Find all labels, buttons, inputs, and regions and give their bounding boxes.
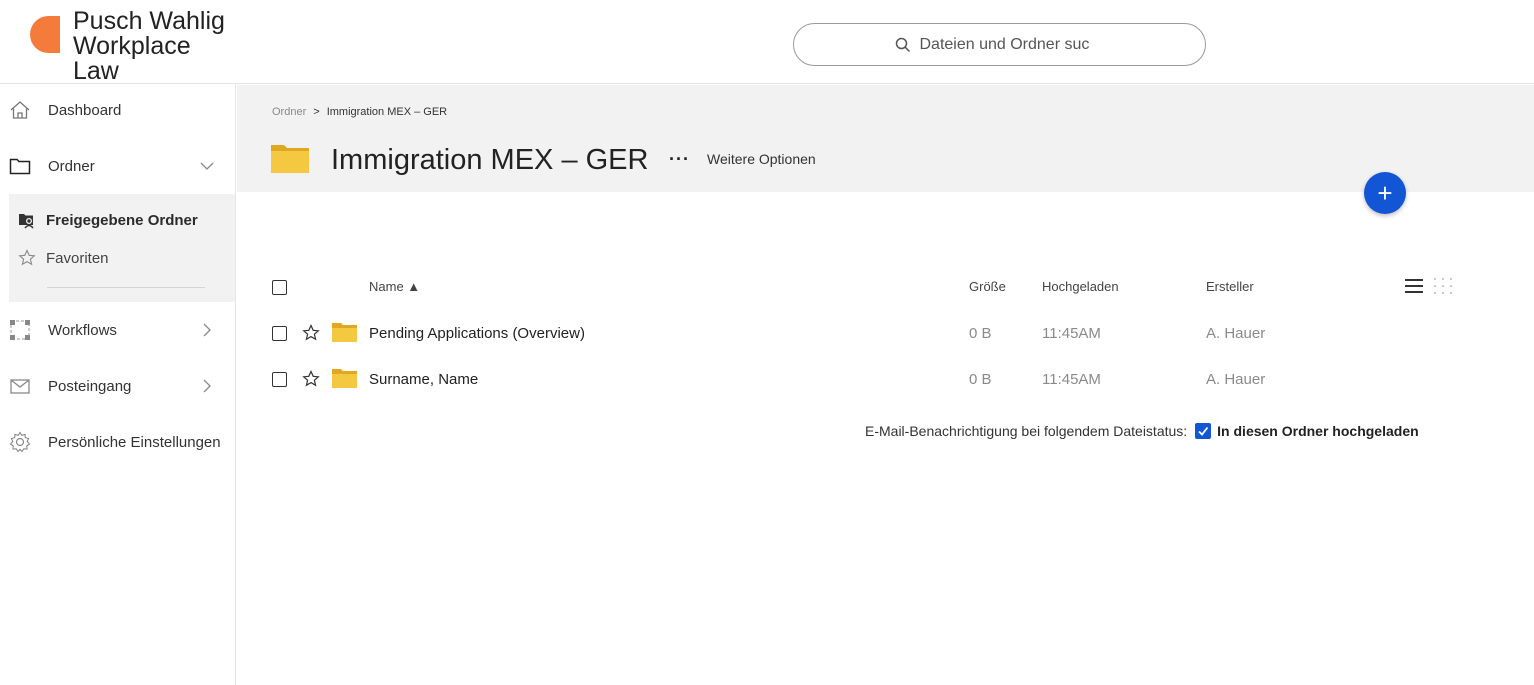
sidebar-label-dashboard: Dashboard (48, 101, 122, 119)
search-box[interactable] (793, 23, 1206, 66)
search-input[interactable] (919, 35, 1105, 54)
sidebar-label-favorites: Favoriten (46, 249, 109, 267)
check-icon (1198, 426, 1209, 436)
sidebar-label-shared-folders: Freigegebene Ordner (46, 211, 198, 229)
search-icon (895, 37, 910, 52)
row-uploaded: 11:45AM (1042, 371, 1101, 388)
page-title: Immigration MEX – GER (331, 144, 649, 176)
brand-line-1: Pusch Wahlig (73, 7, 225, 35)
mail-icon (10, 379, 30, 394)
more-options-button[interactable]: Weitere Optionen (707, 151, 816, 167)
shared-folder-icon (19, 214, 34, 229)
row-creator: A. Hauer (1206, 325, 1266, 342)
brand-line-2: Workplace (73, 32, 191, 60)
notification-checkbox[interactable] (1195, 423, 1212, 439)
star-outline-icon[interactable] (302, 324, 320, 342)
row-size: 0 B (969, 371, 992, 388)
sidebar-divider (47, 287, 205, 288)
list-view-icon[interactable] (1405, 278, 1423, 294)
breadcrumb-separator: > (313, 106, 320, 118)
sidebar-label-posteingang: Posteingang (48, 377, 132, 395)
app-header: Pusch Wahlig Workplace Law (0, 0, 1534, 84)
email-notification-setting: E-Mail-Benachrichtigung bei folgendem Da… (865, 423, 1419, 439)
more-options-icon[interactable]: ··· (669, 149, 690, 170)
grid-view-icon[interactable] (1433, 277, 1453, 295)
row-name[interactable]: Surname, Name (369, 371, 478, 388)
home-icon (10, 101, 30, 119)
workflow-icon (10, 320, 30, 340)
sidebar-label-ordner: Ordner (48, 157, 95, 175)
sidebar-item-dashboard[interactable]: Dashboard (0, 90, 236, 130)
row-name[interactable]: Pending Applications (Overview) (369, 325, 585, 342)
ordner-subpanel: Freigegebene Ordner Favoriten (9, 194, 235, 302)
sidebar-item-workflows[interactable]: Workflows (0, 310, 236, 350)
select-all-checkbox[interactable] (272, 280, 287, 295)
sidebar-item-posteingang[interactable]: Posteingang (0, 366, 236, 406)
folder-icon (332, 323, 357, 342)
brand-line-3: Law (73, 57, 119, 85)
sidebar-label-workflows: Workflows (48, 321, 117, 339)
sidebar-item-ordner[interactable]: Ordner (0, 146, 236, 186)
brand-logo-mark (30, 16, 60, 53)
row-size: 0 B (969, 325, 992, 342)
breadcrumb-root[interactable]: Ordner (272, 106, 306, 118)
row-uploaded: 11:45AM (1042, 325, 1101, 342)
folder-outline-icon (9, 158, 31, 175)
sidebar-item-shared-folders[interactable]: Freigegebene Ordner (18, 211, 198, 229)
row-checkbox[interactable] (272, 372, 287, 387)
chevron-right-icon[interactable] (199, 378, 215, 394)
chevron-right-icon[interactable] (199, 322, 215, 338)
column-header-uploaded[interactable]: Hochgeladen (1042, 279, 1119, 294)
notification-option-label[interactable]: In diesen Ordner hochgeladen (1217, 423, 1418, 439)
breadcrumb: Ordner > Immigration MEX – GER (272, 106, 447, 118)
row-checkbox[interactable] (272, 326, 287, 341)
sidebar-label-settings: Persönliche Einstellungen (48, 433, 221, 451)
folder-icon (332, 369, 357, 388)
star-outline-icon[interactable] (302, 370, 320, 388)
sidebar-item-favorites[interactable]: Favoriten (18, 249, 109, 267)
column-header-size[interactable]: Größe (969, 279, 1006, 294)
notification-label: E-Mail-Benachrichtigung bei folgendem Da… (865, 423, 1188, 439)
chevron-down-icon[interactable] (199, 158, 215, 174)
column-header-name[interactable]: Name ▲ (369, 279, 420, 294)
folder-icon (271, 145, 309, 173)
star-outline-icon (18, 249, 36, 266)
row-creator: A. Hauer (1206, 371, 1266, 388)
add-button[interactable]: + (1364, 172, 1406, 214)
breadcrumb-current: Immigration MEX – GER (326, 106, 448, 118)
brand-logo-text[interactable]: Pusch Wahlig Workplace Law (73, 9, 225, 84)
column-header-creator[interactable]: Ersteller (1206, 279, 1254, 294)
sidebar-item-settings[interactable]: Persönliche Einstellungen (0, 422, 236, 462)
gear-icon (9, 431, 31, 453)
sidebar: Dashboard Ordner Freigegebene Ordner Fav… (0, 84, 236, 685)
